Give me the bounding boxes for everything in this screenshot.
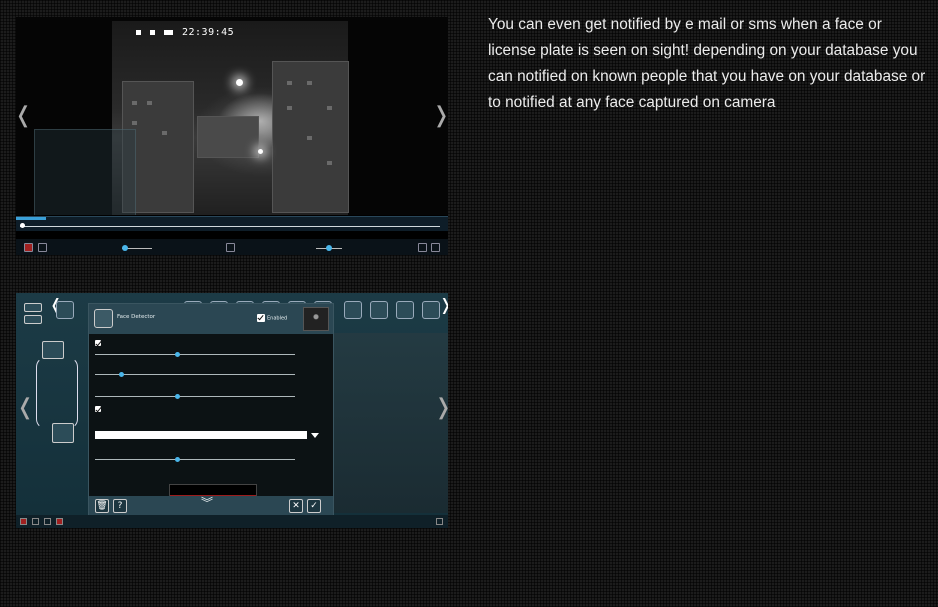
preview-thumbnail: [303, 307, 329, 331]
record-icon[interactable]: [20, 518, 27, 525]
osd-timestamp: 22:39:45: [136, 27, 234, 38]
accuracy-slider[interactable]: [95, 459, 295, 460]
camera-tool-icon[interactable]: [24, 303, 42, 312]
alarm-icon[interactable]: [56, 518, 63, 525]
help-button-icon[interactable]: [436, 518, 443, 525]
chevron-down-icon[interactable]: [311, 433, 319, 438]
enabled-label: Enabled: [267, 315, 288, 322]
dialog-title: Face Detector: [117, 314, 156, 320]
speed-slider-knob[interactable]: [122, 245, 128, 251]
record-icon[interactable]: [24, 243, 33, 252]
alert-icon[interactable]: [370, 301, 388, 319]
false-detection-option[interactable]: [95, 406, 103, 412]
trigger-icon[interactable]: [56, 301, 74, 319]
seek-knob[interactable]: [20, 223, 25, 228]
ignore-slider-knob[interactable]: [119, 372, 124, 377]
seek-bar[interactable]: [16, 216, 448, 231]
next-arrow-icon[interactable]: ❭: [434, 395, 448, 420]
face-detector-icon[interactable]: [396, 301, 414, 319]
fullscreen-icon[interactable]: [418, 243, 427, 252]
next-frame-icon[interactable]: [431, 243, 440, 252]
prev-arrow-icon[interactable]: ❬: [16, 395, 34, 420]
accuracy-slider-knob[interactable]: [175, 457, 180, 462]
hires-option[interactable]: [95, 340, 103, 346]
camera-background: [332, 333, 448, 513]
range-slider[interactable]: [95, 396, 295, 397]
camera-view: 22:39:45 ❬ ❭: [16, 17, 448, 215]
threshold-slider[interactable]: [95, 354, 295, 355]
ignore-slider[interactable]: [95, 374, 295, 375]
lock-icon[interactable]: [422, 301, 440, 319]
help-icon[interactable]: ?: [113, 499, 127, 513]
enabled-toggle[interactable]: Enabled: [257, 314, 287, 322]
playback-controls: [16, 239, 448, 255]
bottom-toolbar: [16, 515, 448, 528]
icons-next-icon[interactable]: ❭: [439, 295, 448, 314]
face-icon: [94, 309, 113, 328]
enabled-checkbox[interactable]: [257, 314, 265, 322]
volume-slider-knob[interactable]: [326, 245, 332, 251]
person-name-input[interactable]: [95, 431, 307, 439]
range-slider-knob[interactable]: [175, 394, 180, 399]
graph-connection: [36, 357, 78, 429]
translucent-menu: [34, 129, 136, 215]
add-icon[interactable]: [44, 518, 51, 525]
face-detector-screenshot: ❬ ❭ ❬ ❭ Face Detector Enabled: [16, 293, 448, 528]
description-text: You can even get notified by e mail or s…: [488, 16, 926, 111]
link-tool-icon[interactable]: [24, 315, 42, 324]
next-arrow-icon[interactable]: ❭: [432, 103, 448, 128]
dialog-footer: 🗑 ? ︾ ✕ ✓: [89, 496, 333, 516]
grid-icon[interactable]: [32, 518, 39, 525]
trash-icon[interactable]: 🗑: [95, 499, 109, 513]
cancel-icon[interactable]: ✕: [289, 499, 303, 513]
face-node-icon[interactable]: [52, 423, 74, 443]
prev-arrow-icon[interactable]: ❬: [16, 103, 32, 128]
threshold-slider-knob[interactable]: [175, 352, 180, 357]
pause-icon[interactable]: [226, 243, 235, 252]
face-detector-dialog: Face Detector Enabled 🗑 ? ︾ ✕ ✓: [88, 303, 334, 517]
dialog-header: Face Detector Enabled: [89, 304, 333, 334]
collapse-chevron-icon[interactable]: ︾: [201, 494, 213, 511]
snapshot-icon[interactable]: [38, 243, 47, 252]
ok-icon[interactable]: ✓: [307, 499, 321, 513]
video-player-screenshot: 22:39:45 ❬ ❭: [16, 17, 448, 255]
night-street-image: [112, 21, 349, 215]
car-icon[interactable]: [344, 301, 362, 319]
